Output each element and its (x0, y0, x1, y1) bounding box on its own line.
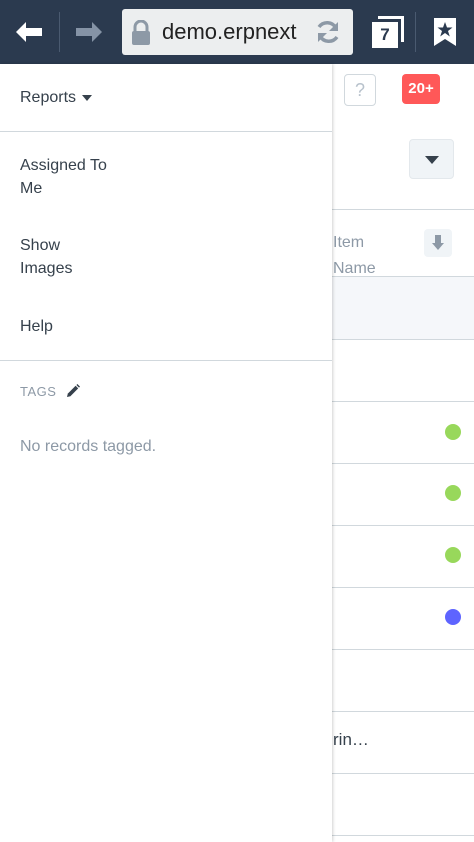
back-arrow-icon (16, 22, 42, 42)
reload-icon (317, 21, 339, 43)
no-tags-message: No records tagged. (20, 438, 157, 455)
divider (332, 463, 474, 464)
divider (332, 525, 474, 526)
reload-button[interactable] (314, 18, 342, 51)
url-bar[interactable]: demo.erpnext (122, 9, 353, 55)
tab-count: 7 (372, 22, 398, 48)
caret-down-icon (82, 94, 93, 101)
forward-button[interactable] (60, 0, 118, 64)
pencil-icon (67, 384, 80, 397)
status-indicator-dot (445, 485, 461, 501)
bookmark-star-icon (434, 18, 456, 46)
drawer-divider (0, 360, 332, 361)
sort-down-arrow-icon (432, 235, 444, 250)
divider (332, 711, 474, 712)
reports-label: Reports (20, 89, 77, 106)
sidebar-item-help[interactable]: Help (20, 315, 53, 338)
forward-arrow-icon (76, 22, 102, 42)
back-button[interactable] (0, 0, 58, 64)
edit-tags-button[interactable] (66, 384, 80, 403)
drawer-divider (0, 131, 332, 132)
tags-heading: TAGS (20, 384, 57, 399)
tabs-button[interactable]: 7 (372, 16, 404, 48)
toolbar-divider (415, 12, 416, 52)
status-indicator-dot (445, 547, 461, 563)
url-text: demo.erpnext (162, 19, 297, 44)
divider (332, 649, 474, 650)
list-header-row (332, 276, 474, 339)
status-indicator-dot (445, 424, 461, 440)
list-row-text[interactable]: rin… (333, 730, 369, 750)
notification-badge[interactable]: 20+ (402, 74, 440, 104)
sidebar-item-show-images[interactable]: Show Images (20, 234, 72, 280)
divider (332, 587, 474, 588)
divider (332, 835, 474, 836)
help-button[interactable]: ? (344, 74, 376, 106)
filter-dropdown-button[interactable] (409, 139, 454, 179)
column-header-item-name[interactable]: Item Name (333, 230, 376, 282)
bookmark-button[interactable] (420, 0, 470, 64)
reports-dropdown[interactable]: Reports (20, 86, 93, 109)
status-indicator-dot (445, 609, 461, 625)
divider (332, 401, 474, 402)
caret-down-icon (425, 156, 439, 164)
sort-button[interactable] (424, 229, 452, 257)
divider (332, 773, 474, 774)
browser-toolbar: demo.erpnext 7 (0, 0, 474, 64)
divider (332, 339, 474, 340)
sidebar-drawer: Reports Assigned To Me Show Images Help … (0, 64, 332, 842)
sidebar-item-assigned-to-me[interactable]: Assigned To Me (20, 154, 107, 200)
lock-icon (132, 20, 150, 45)
divider (332, 209, 474, 210)
